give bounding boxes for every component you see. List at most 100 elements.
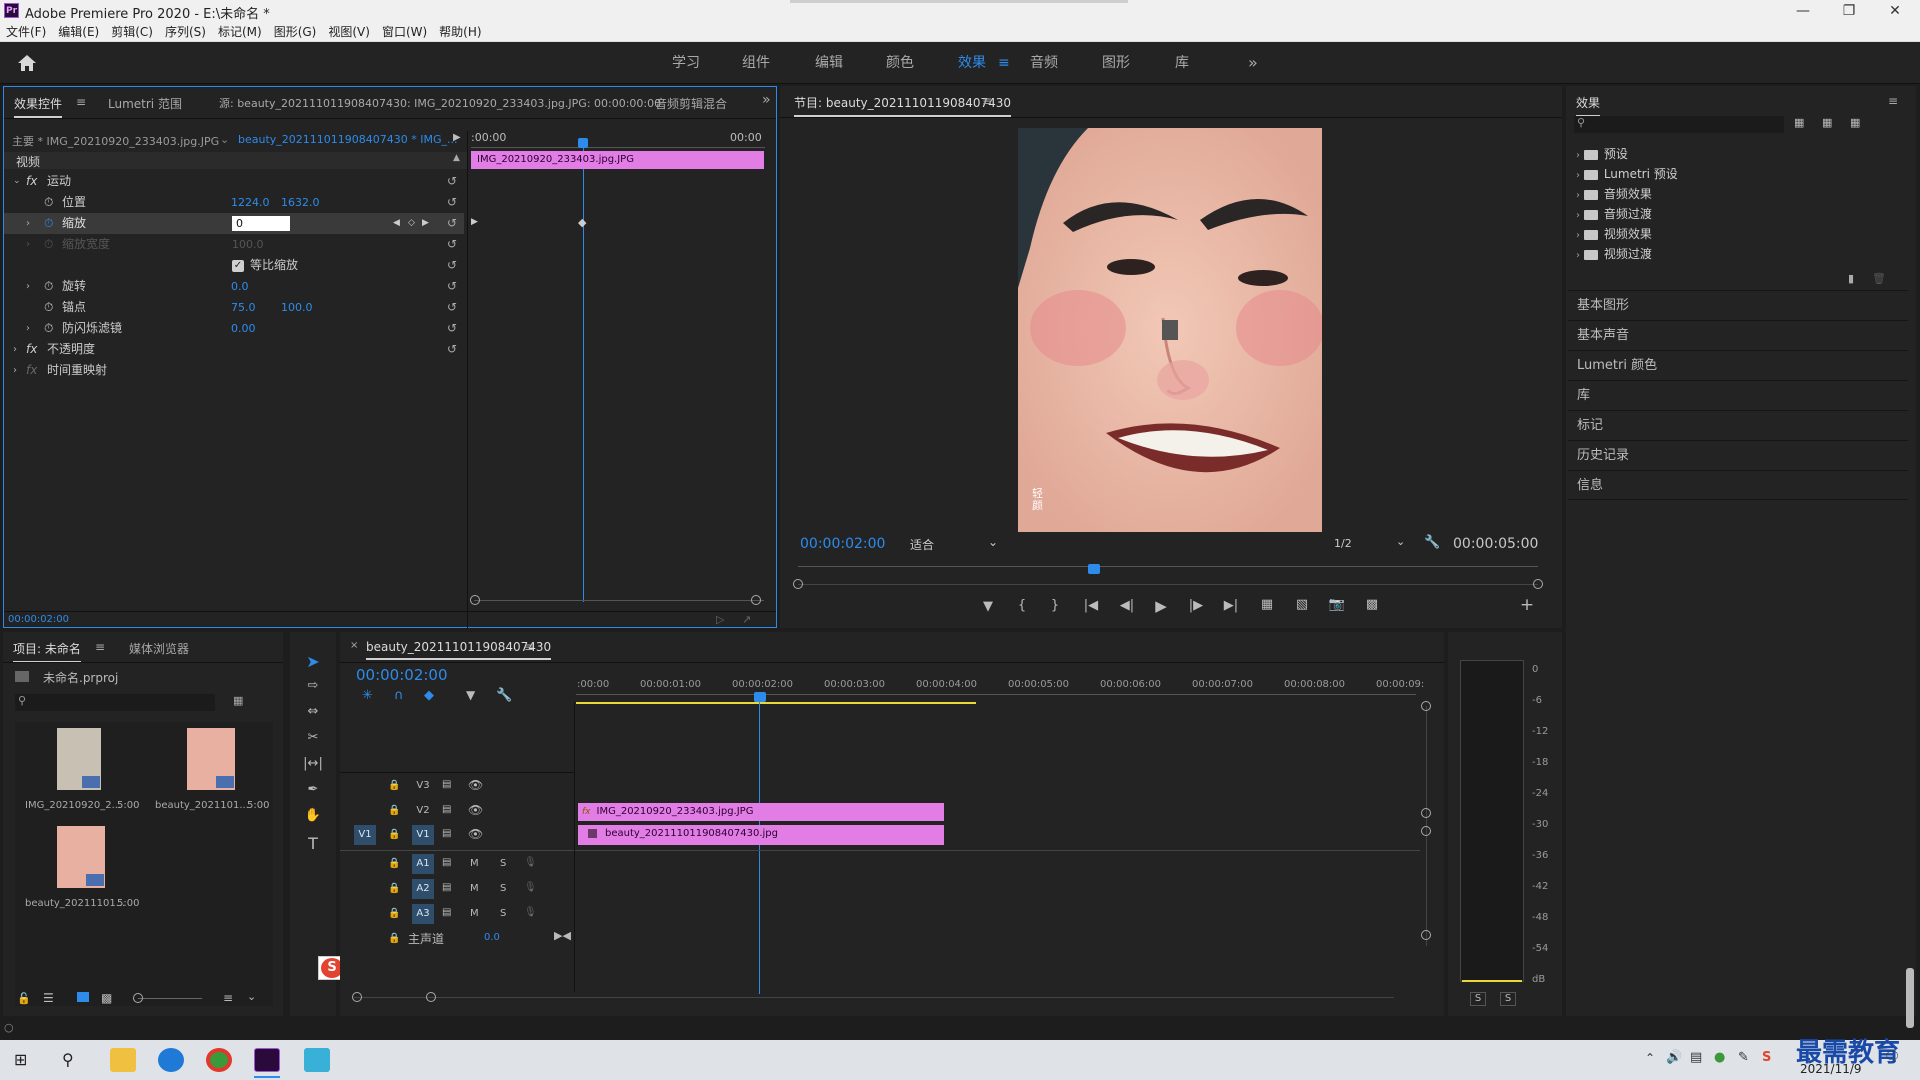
panel-overflow-icon[interactable]: » — [762, 92, 771, 108]
mark-in-icon[interactable]: { — [1012, 598, 1032, 613]
effects-menu-icon[interactable]: ≡ — [1888, 94, 1898, 108]
volume-icon[interactable]: 🔊 — [1666, 1050, 1682, 1065]
export-frame-icon[interactable]: 📷 — [1326, 597, 1348, 612]
selection-tool-icon[interactable]: ➤ — [302, 652, 324, 671]
workspace-learn[interactable]: 学习 — [672, 42, 700, 84]
windows-start-icon[interactable]: ⊞ — [14, 1052, 30, 1068]
meter-solo-right[interactable]: S — [1500, 992, 1516, 1006]
menu-help[interactable]: 帮助(H) — [433, 22, 487, 42]
premiere-taskbar-icon[interactable] — [254, 1048, 280, 1072]
sync-lock-icon[interactable]: ▤ — [442, 779, 451, 790]
effects-search-input[interactable]: ⚲ — [1574, 116, 1784, 133]
workspace-editing[interactable]: 编辑 — [815, 42, 843, 84]
dropdown-chevron-icon[interactable]: ⌄ — [247, 990, 256, 1003]
yuv-effects-icon[interactable]: ▦ — [1850, 116, 1860, 129]
scroll-handle[interactable] — [1421, 930, 1431, 940]
folder-audio-effects[interactable]: › 音频效果 — [1576, 185, 1652, 202]
track-a3[interactable]: A3 — [412, 904, 434, 924]
slider-handle[interactable] — [133, 993, 143, 1003]
reset-scale-icon[interactable]: ↺ — [447, 213, 457, 234]
new-bin-icon[interactable]: ▮ — [1848, 272, 1854, 285]
track-v3[interactable]: V3 — [412, 780, 434, 791]
zoom-handle-left[interactable] — [793, 579, 803, 589]
folder-video-effects[interactable]: › 视频效果 — [1576, 225, 1652, 242]
sync-lock-icon[interactable]: ▤ — [442, 804, 451, 815]
32bit-effects-icon[interactable]: ▦ — [1822, 116, 1832, 129]
tab-source[interactable]: 源: beauty_202111011908407430: IMG_202109… — [219, 95, 661, 111]
track-v2[interactable]: V2 — [412, 805, 434, 816]
prev-keyframe-icon[interactable]: ◀ — [393, 213, 400, 234]
reset-scale-width-icon[interactable]: ↺ — [447, 234, 457, 255]
lock-icon[interactable]: 🔒 — [388, 829, 400, 840]
workspace-assembly[interactable]: 组件 — [742, 42, 770, 84]
meter-solo-left[interactable]: S — [1470, 992, 1486, 1006]
mute-button[interactable]: M — [470, 883, 479, 894]
eye-icon[interactable]: 👁 — [468, 778, 483, 792]
time-remap-row[interactable]: › fx 时间重映射 — [4, 360, 464, 381]
tab-menu-icon[interactable]: ≡ — [76, 95, 86, 109]
add-marker-icon[interactable]: ▼ — [466, 688, 475, 702]
project-menu-icon[interactable]: ≡ — [95, 640, 105, 654]
menu-view[interactable]: 视图(V) — [322, 22, 376, 42]
scroll-handle[interactable] — [1421, 701, 1431, 711]
lock-icon[interactable]: 🔒 — [388, 858, 400, 869]
clip-v1[interactable]: beauty_202111011908407430.jpg — [578, 825, 944, 845]
lock-icon[interactable]: 🔒 — [388, 883, 400, 894]
reset-flicker-icon[interactable]: ↺ — [447, 318, 457, 339]
expand-motion-icon[interactable]: ⌄ — [13, 171, 21, 192]
info-section[interactable]: 信息 — [1568, 470, 1908, 500]
resolution-dropdown[interactable]: 1/2 ⌄ — [1328, 535, 1410, 553]
tray-chevron-icon[interactable]: ⌃ — [1645, 1051, 1655, 1065]
ec-scroll-right-icon[interactable]: ▶ — [471, 217, 478, 227]
reset-anchor-icon[interactable]: ↺ — [447, 297, 457, 318]
new-search-bin-icon[interactable]: ▦ — [233, 694, 243, 707]
tab-effect-controls[interactable]: 效果控件 — [14, 95, 63, 118]
lock-icon[interactable]: 🔒 — [388, 805, 400, 816]
folder-lumetri-presets[interactable]: › Lumetri 预设 — [1576, 165, 1678, 182]
voiceover-mic-icon[interactable]: 🎙 — [524, 907, 537, 918]
go-to-in-icon[interactable]: |◀ — [1080, 598, 1102, 613]
reset-position-icon[interactable]: ↺ — [447, 192, 457, 213]
ec-zoom-handle-left[interactable] — [470, 595, 480, 605]
menu-file[interactable]: 文件(F) — [0, 22, 52, 42]
scroll-handle[interactable] — [1421, 826, 1431, 836]
mark-out-icon[interactable]: } — [1045, 598, 1065, 613]
expand-time-remap-icon[interactable]: › — [13, 360, 17, 381]
timeline-ruler[interactable] — [576, 694, 1416, 695]
voiceover-mic-icon[interactable]: 🎙 — [524, 857, 537, 868]
mute-button[interactable]: M — [470, 908, 479, 919]
lock-icon[interactable]: 🔒 — [388, 933, 400, 944]
delete-icon[interactable]: 🗑 — [1872, 272, 1886, 285]
extract-icon[interactable]: ▧ — [1291, 597, 1313, 612]
go-to-out-icon[interactable]: ▶| — [1220, 598, 1242, 613]
sync-lock-icon[interactable]: ▤ — [442, 828, 451, 839]
menu-marker[interactable]: 标记(M) — [212, 22, 268, 42]
flicker-value[interactable]: 0.00 — [231, 318, 256, 339]
clip-v2[interactable]: fx IMG_20210920_233403.jpg.JPG — [578, 803, 944, 821]
solo-button[interactable]: S — [500, 908, 506, 919]
scale-input[interactable]: 0 — [232, 216, 290, 231]
menu-graphics[interactable]: 图形(G) — [268, 22, 323, 42]
menu-sequence[interactable]: 序列(S) — [159, 22, 212, 42]
project-item-2[interactable]: beauty_2021101... 5:00 — [145, 724, 273, 816]
lock-icon[interactable]: 🔒 — [388, 780, 400, 791]
clip-dropdown-icon[interactable]: ⌄ — [220, 133, 229, 146]
expand-scale-icon[interactable]: › — [26, 213, 30, 234]
position-y-value[interactable]: 1632.0 — [281, 192, 320, 213]
app-taskbar-icon[interactable] — [304, 1048, 330, 1072]
sync-lock-icon[interactable]: ▤ — [442, 907, 451, 918]
stopwatch-icon[interactable]: ⏱ — [44, 297, 53, 318]
comparison-view-icon[interactable]: ▩ — [1361, 597, 1383, 612]
step-back-icon[interactable]: ◀| — [1116, 598, 1138, 613]
ime-tray-icon[interactable]: ✎ — [1738, 1050, 1749, 1065]
history-section[interactable]: 历史记录 — [1568, 440, 1908, 470]
accelerated-effects-icon[interactable]: ▦ — [1794, 116, 1804, 129]
sogou-tray-icon[interactable]: S — [1762, 1050, 1771, 1065]
workspace-menu-icon[interactable]: ≡ — [998, 42, 1010, 84]
project-search-input[interactable]: ⚲ — [15, 694, 215, 711]
program-monitor-title[interactable]: 节目: beauty_202111011908407430 — [794, 94, 1012, 117]
linked-selection-icon[interactable]: ◆ — [424, 688, 434, 703]
add-marker-icon[interactable]: ▼ — [978, 599, 998, 614]
step-forward-icon[interactable]: |▶ — [1185, 598, 1207, 613]
workspace-graphics[interactable]: 图形 — [1102, 42, 1130, 84]
